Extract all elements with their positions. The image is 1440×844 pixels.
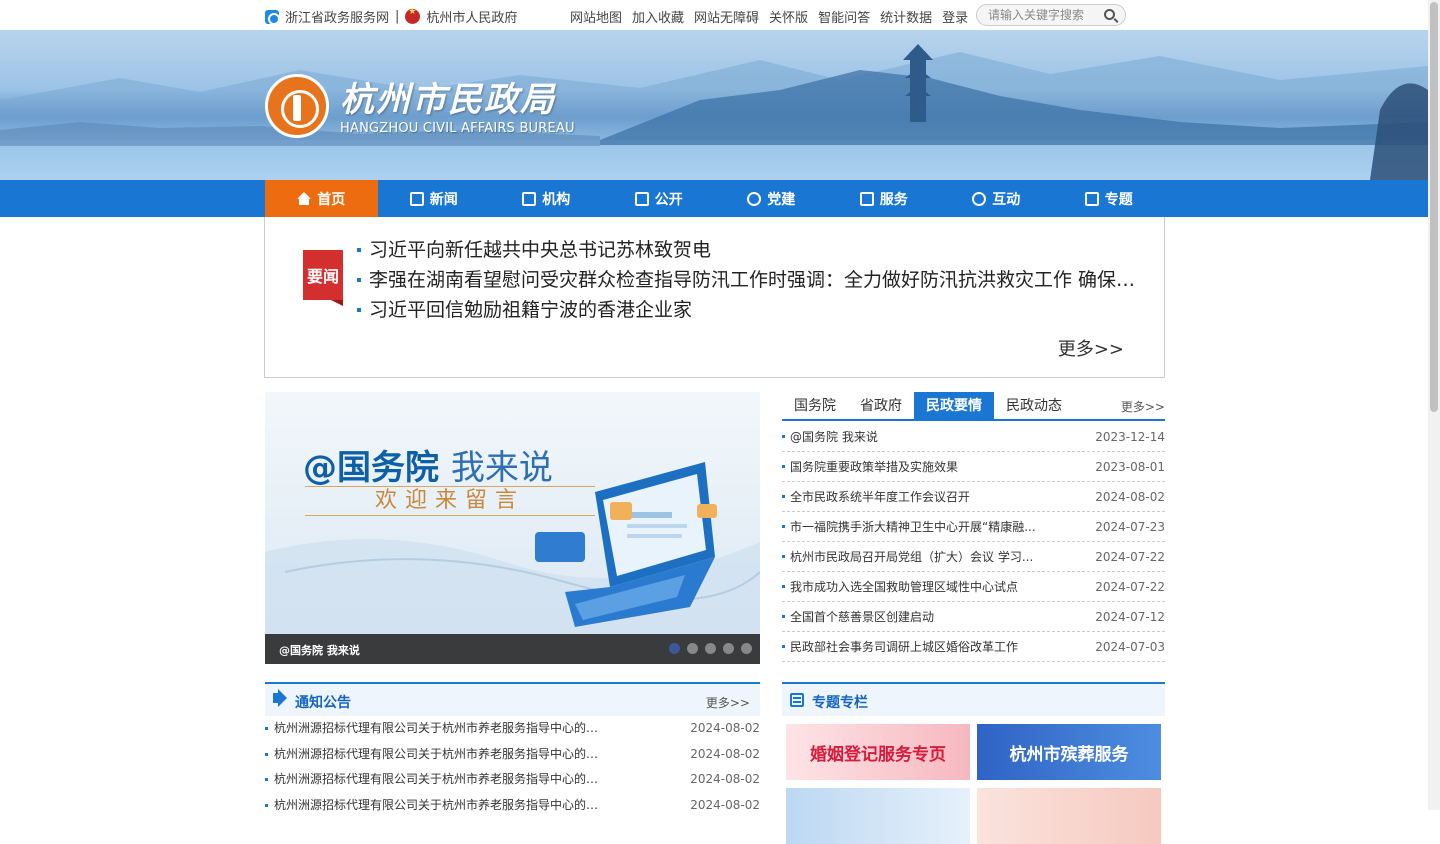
carousel-caption[interactable]: @国务院 我来说 (279, 642, 360, 658)
speaker-icon (273, 689, 287, 707)
page-scrollbar[interactable] (1428, 0, 1440, 810)
nav-item-home[interactable]: 首页 (265, 180, 378, 217)
party-icon (747, 191, 762, 206)
list-item[interactable]: 杭州洲源招标代理有限公司关于杭州市养老服务指导中心的202... 2024-08-… (265, 793, 760, 819)
image-carousel[interactable]: @国务院 我来说 欢迎来留言 @国务院 我来说 (265, 392, 760, 664)
header-banner: 杭州市民政局 HANGZHOU CIVIL AFFAIRS BUREAU (0, 30, 1428, 180)
bureau-logo[interactable] (265, 74, 329, 138)
special-title: 专题专栏 (812, 695, 868, 711)
carousel-caption-bar: @国务院 我来说 (265, 634, 760, 664)
calendar-grid-icon (790, 693, 804, 707)
list-item[interactable]: 杭州洲源招标代理有限公司关于杭州市养老服务指导中心的202... 2024-08-… (265, 742, 760, 768)
smart-qa-link[interactable]: 智能问答 (818, 7, 870, 26)
hangzhou-gov-link[interactable]: 杭州市人民政府 (426, 7, 517, 26)
topic-banner-3[interactable] (786, 788, 970, 844)
site-title-en: HANGZHOU CIVIL AFFAIRS BUREAU (340, 121, 575, 136)
marriage-registration-banner[interactable]: 婚姻登记服务专页 (786, 724, 970, 780)
utility-links: 网站地图 加入收藏 网站无障碍 关怀版 智能问答 统计数据 登录 (570, 7, 968, 26)
headline-item[interactable]: 习近平向新任越共中央总书记苏林致贺电 (357, 235, 1147, 265)
west-lake-landscape-image (0, 44, 1428, 180)
headline-item[interactable]: 李强在湖南看望慰问受灾群众检查指导防汛工作时强调：全力做好防汛抗洪救灾工作 确保… (357, 265, 1147, 295)
elderly-mode-link[interactable]: 关怀版 (769, 7, 808, 26)
notice-more-link[interactable]: 更多>> (706, 694, 750, 711)
document-search-icon (634, 191, 649, 206)
nav-item-party[interactable]: 党建 (715, 180, 828, 217)
list-item[interactable]: 杭州洲源招标代理有限公司关于杭州市养老服务指导中心的202... 2024-08-… (265, 767, 760, 793)
nav-item-disclosure[interactable]: 公开 (603, 180, 716, 217)
tab-civil-affairs-key[interactable]: 民政要情 (914, 392, 994, 419)
search-icon[interactable] (1104, 9, 1115, 20)
list-item[interactable]: 我市成功入选全国救助管理区域性中心试点 2024-07-22 (782, 572, 1165, 602)
site-title-cn: 杭州市民政局 (340, 80, 556, 120)
list-item[interactable]: 国务院重要政策举措及实施效果 2023-08-01 (782, 452, 1165, 482)
search-input[interactable] (988, 8, 1098, 22)
carousel-title: @国务院 我来说 (303, 448, 553, 488)
list-item[interactable]: 杭州洲源招标代理有限公司关于杭州市养老服务指导中心的202... 2024-08-… (265, 716, 760, 742)
main-nav: 首页 新闻 机构 公开 党建 服务 互动 专题 (0, 180, 1428, 217)
top-site-links: 浙江省政务服务网 | 杭州市人民政府 (265, 7, 517, 26)
top-bar: 浙江省政务服务网 | 杭州市人民政府 网站地图 加入收藏 网站无障碍 关怀版 智… (0, 0, 1428, 30)
national-emblem-icon (405, 7, 421, 24)
notice-title: 通知公告 (295, 695, 351, 711)
statistics-link[interactable]: 统计数据 (880, 7, 932, 26)
list-item[interactable]: 杭州市民政局召开局党组（扩大）会议 学习... 2024-07-22 (782, 542, 1165, 572)
scrollbar-thumb[interactable] (1430, 2, 1438, 412)
list-item[interactable]: 市一福院携手浙大精神卫生中心开展“精康融... 2024-07-23 (782, 512, 1165, 542)
list-item[interactable]: 民政部社会事务司调研上城区婚俗改革工作 2024-07-03 (782, 632, 1165, 662)
carousel-dot[interactable] (705, 643, 716, 654)
tab-civil-affairs-news[interactable]: 民政动态 (994, 392, 1074, 419)
tab-provincial-gov[interactable]: 省政府 (848, 392, 914, 419)
notice-list: 杭州洲源招标代理有限公司关于杭州市养老服务指导中心的202... 2024-08-… (265, 716, 760, 818)
list-item[interactable]: @国务院 我来说 2023-12-14 (782, 422, 1165, 452)
newspaper-icon (409, 191, 424, 206)
special-header: 专题专栏 (782, 682, 1165, 716)
headline-more-link[interactable]: 更多>> (1058, 335, 1124, 361)
tabbed-news: 国务院 省政府 民政要情 民政动态 更多>> @国务院 我来说 2023-12-1… (782, 392, 1165, 664)
carousel-dot[interactable] (741, 643, 752, 654)
headline-news-box: 要闻 习近平向新任越共中央总书记苏林致贺电 李强在湖南看望慰问受灾群众检查指导防… (264, 217, 1165, 378)
accessibility-link[interactable]: 网站无障碍 (694, 7, 759, 26)
news-tabs: 国务院 省政府 民政要情 民政动态 更多>> (782, 392, 1165, 421)
nav-item-services[interactable]: 服务 (828, 180, 941, 217)
carousel-subtitle: 欢迎来留言 (305, 486, 595, 516)
list-icon (1084, 191, 1099, 206)
zhejiang-gov-link[interactable]: 浙江省政务服务网 (285, 7, 389, 26)
carousel-dot[interactable] (723, 643, 734, 654)
home-icon (297, 192, 312, 205)
nav-item-interaction[interactable]: 互动 (940, 180, 1053, 217)
carousel-dot[interactable] (687, 643, 698, 654)
funeral-service-banner[interactable]: 杭州市殡葬服务 (977, 724, 1161, 780)
sitemap-link[interactable]: 网站地图 (570, 7, 622, 26)
grid-icon (859, 191, 874, 206)
separator: | (395, 9, 400, 24)
headline-badge: 要闻 (303, 250, 343, 306)
carousel-dot[interactable] (669, 643, 680, 654)
chat-icon (972, 191, 987, 206)
nav-item-news[interactable]: 新闻 (378, 180, 491, 217)
list-item[interactable]: 全市民政系统半年度工作会议召开 2024-08-02 (782, 482, 1165, 512)
bookmark-link[interactable]: 加入收藏 (632, 7, 684, 26)
headline-list: 习近平向新任越共中央总书记苏林致贺电 李强在湖南看望慰问受灾群众检查指导防汛工作… (357, 235, 1147, 325)
tabs-more-link[interactable]: 更多>> (1121, 398, 1165, 415)
news-list: @国务院 我来说 2023-12-14 国务院重要政策举措及实施效果 2023-08… (782, 422, 1165, 662)
tab-state-council[interactable]: 国务院 (782, 392, 848, 419)
special-topics-section: 专题专栏 婚姻登记服务专页 杭州市殡葬服务 (782, 682, 1165, 844)
headline-item[interactable]: 习近平回信勉励祖籍宁波的香港企业家 (357, 295, 1147, 325)
zhejiang-gov-logo-icon (265, 9, 280, 25)
carousel-dots (669, 643, 752, 654)
topic-banner-4[interactable] (977, 788, 1161, 844)
building-icon (522, 191, 537, 206)
login-link[interactable]: 登录 (942, 7, 968, 26)
list-item[interactable]: 全国首个慈善景区创建启动 2024-07-12 (782, 602, 1165, 632)
nav-item-topics[interactable]: 专题 (1053, 180, 1166, 217)
search-box (976, 4, 1126, 26)
nav-item-organization[interactable]: 机构 (490, 180, 603, 217)
notice-section: 通知公告 更多>> 杭州洲源招标代理有限公司关于杭州市养老服务指导中心的202.… (265, 682, 760, 812)
notice-header: 通知公告 更多>> (265, 682, 760, 716)
